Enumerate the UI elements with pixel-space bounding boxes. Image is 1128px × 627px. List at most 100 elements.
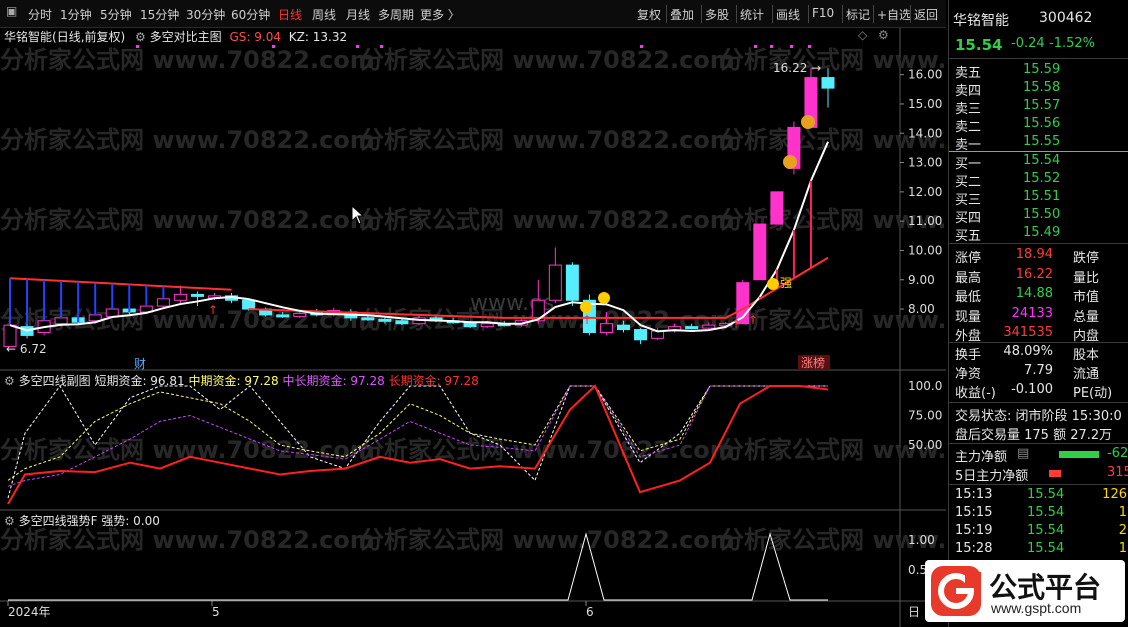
ask-row[interactable]: 卖四 15.58 <box>949 80 1128 99</box>
bid-label: 买一 <box>955 157 982 172</box>
trade-state: 交易状态: 闭市阶段 15:30:0 <box>955 409 1122 424</box>
price-tick-label: 8.00 <box>908 302 935 316</box>
ask-price: 15.57 <box>1023 98 1061 113</box>
low-label: ← 6.72 <box>6 342 47 356</box>
indicator-settings-icon[interactable]: ⚙ <box>135 30 146 44</box>
tick-row: 15:28 15.54 1 <box>949 541 1128 560</box>
toolbar-period-1[interactable]: 1分钟 <box>60 6 92 23</box>
toolbar-period-7[interactable]: 周线 <box>312 6 336 23</box>
candle-body <box>770 191 784 225</box>
kline-chart[interactable]: 分析家公式网 www.70822.com 分析家公式网 www.70822.com… <box>0 28 946 627</box>
ask-row[interactable]: 卖三 15.57 <box>949 98 1128 117</box>
signal-dot <box>272 45 275 48</box>
stat-key: 涨停 <box>955 251 982 266</box>
long-fund-label: 长期资金: 97.28 <box>388 374 479 388</box>
x-axis-label: 日 <box>908 605 920 619</box>
indicator-name[interactable]: 多空对比主图 <box>150 30 222 44</box>
price-tick-label: 13.00 <box>908 156 942 170</box>
toolbar-separator <box>842 5 843 23</box>
bid-label: 买四 <box>955 211 982 226</box>
stat2-key2: 流通 <box>1073 367 1100 382</box>
stat-value: 341535 <box>1003 325 1053 340</box>
bid-row[interactable]: 买四 15.50 <box>949 207 1128 226</box>
after-hours-row: 盘后交易量 175 额 27.2万 <box>949 424 1128 443</box>
candle-body <box>753 223 767 281</box>
chart-menu-icon[interactable]: ▣ <box>6 4 17 18</box>
stat2-value: -0.100 <box>1011 382 1053 397</box>
bid-row[interactable]: 买二 15.52 <box>949 171 1128 190</box>
candle-body <box>361 317 375 321</box>
smiley-icon <box>598 292 610 304</box>
candle-body <box>173 293 187 301</box>
toolbar-action-1[interactable]: 叠加 <box>670 6 694 23</box>
stat-key2: 市值 <box>1073 290 1100 305</box>
ask-row[interactable]: 卖五 15.59 <box>949 62 1128 81</box>
ask-price: 15.56 <box>1023 116 1061 131</box>
candle-body <box>821 77 835 89</box>
sub2-title: ⚙ 多空四线强势F 强势: 0.00 <box>4 512 160 529</box>
bid-row[interactable]: 买五 15.49 <box>949 225 1128 244</box>
main-net5-label: 5日主力净额 <box>955 469 1029 484</box>
toolbar-action-3[interactable]: 统计 <box>740 6 764 23</box>
toolbar-action-6[interactable]: 标记 <box>846 6 870 23</box>
strong-label: 强 <box>780 276 792 290</box>
toolbar-action-8[interactable]: 返回 <box>914 6 938 23</box>
stock-name-label: 华铭智能 <box>4 30 53 44</box>
stat2-row: 净资 7.79 流通 <box>949 363 1128 382</box>
stat-value: 24133 <box>1011 305 1053 321</box>
sub1-name[interactable]: 多空四线副图 <box>19 374 91 388</box>
x-axis-label: 6 <box>586 605 594 619</box>
signal-dot <box>790 45 793 48</box>
stat-value: 18.94 <box>1015 247 1053 262</box>
stat-row: 最低 14.88 市值 <box>949 286 1128 305</box>
toolbar-action-4[interactable]: 画线 <box>776 6 800 23</box>
toolbar-action-7[interactable]: +自选 <box>877 6 911 23</box>
stat-key: 最高 <box>955 270 982 286</box>
toolbar-period-2[interactable]: 5分钟 <box>100 6 132 23</box>
stat2-key: 收益(-) <box>955 386 996 401</box>
toolbar-action-2[interactable]: 多股 <box>705 6 729 23</box>
quote-stock-code: 300462 <box>1039 10 1093 26</box>
main-net5-bar <box>1049 470 1061 477</box>
toolbar-period-3[interactable]: 15分钟 <box>140 6 179 23</box>
toolbar-period-5[interactable]: 60分钟 <box>231 6 270 23</box>
stat-row: 最高 16.22 量比 <box>949 267 1128 286</box>
high-label: 16.22 → <box>773 61 821 75</box>
strength-label: 强势: 0.00 <box>101 514 160 528</box>
settings-gear-icon[interactable]: ⚙ <box>878 28 889 42</box>
diamond-icon[interactable]: ◇ <box>858 28 867 42</box>
stat2-value: 7.79 <box>1024 363 1053 378</box>
toolbar-period-9[interactable]: 多周期 <box>378 6 414 23</box>
price-tick-label: 9.00 <box>908 273 935 287</box>
candle-body <box>548 264 562 301</box>
period-label: (日线,前复权) <box>52 30 126 44</box>
tick-time: 15:19 <box>955 523 993 538</box>
toolbar-period-10[interactable]: 更多 〉 <box>420 6 460 23</box>
money-bag-icon <box>783 155 797 169</box>
toolbar-period-4[interactable]: 30分钟 <box>186 6 225 23</box>
watermark-text: 分析家公式网 www.70822.com <box>360 206 735 234</box>
tick-row: 15:19 15.54 2 <box>949 523 1128 542</box>
toolbar-period-8[interactable]: 月线 <box>346 6 370 23</box>
toolbar-action-5[interactable]: F10 <box>812 6 834 20</box>
chart-area[interactable]: 分析家公式网 www.70822.com 分析家公式网 www.70822.com… <box>0 28 946 627</box>
candle-body <box>378 318 392 322</box>
candle-body <box>190 293 204 297</box>
ask-row[interactable]: 卖二 15.56 <box>949 116 1128 135</box>
bid-row[interactable]: 买一 15.54 <box>949 153 1128 172</box>
sub2-settings-icon[interactable]: ⚙ <box>4 514 15 528</box>
price-tick-label: 15.00 <box>908 97 942 111</box>
toolbar-period-6[interactable]: 日线 <box>278 6 302 23</box>
watermark-text: 分析家公式网 www.70822.com <box>0 526 375 554</box>
watermark-text: 分析家公式网 www.70822.com <box>0 436 375 464</box>
tick-price: 15.54 <box>1027 505 1065 520</box>
bid-row[interactable]: 买三 15.51 <box>949 189 1128 208</box>
sub2-name[interactable]: 多空四线强势F <box>19 514 98 528</box>
toolbar-action-0[interactable]: 复权 <box>637 6 661 23</box>
sub1-settings-icon[interactable]: ⚙ <box>4 374 15 388</box>
bid-price: 15.52 <box>1023 171 1061 186</box>
candle-body <box>565 264 579 301</box>
tick-price: 15.54 <box>1027 541 1065 556</box>
price-tick-label: 11.00 <box>908 214 942 228</box>
toolbar-period-0[interactable]: 分时 <box>28 6 52 23</box>
